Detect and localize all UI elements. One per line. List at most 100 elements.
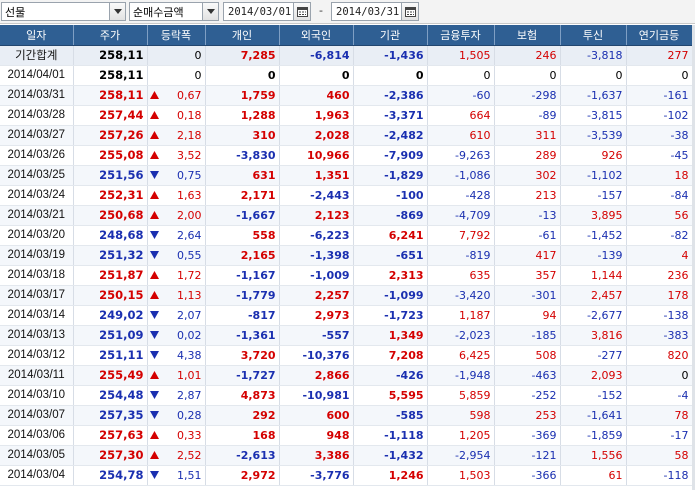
header-foreign[interactable]: 외국인 [279, 25, 354, 46]
cell-trust: 3,816 [560, 325, 627, 346]
header-price[interactable]: 주가 [73, 25, 148, 46]
cell-trust: 61 [560, 465, 627, 486]
triangle-down-icon [149, 250, 161, 260]
table-row[interactable]: 2014/03/06 257,63 0,33 168 948 -1,118 1,205 -36… [0, 425, 693, 446]
cell-foreign: -3,776 [279, 465, 354, 486]
cell-insurance: -366 [494, 465, 561, 486]
summary-row[interactable]: 기간합계 258,11 0 7,285 -6,814 -1,436 1,505 … [0, 45, 693, 66]
calendar-icon[interactable] [293, 3, 310, 20]
cell-foreign: 2,973 [279, 305, 354, 326]
header-fin-invest[interactable]: 금융투자 [427, 25, 495, 46]
start-date-field[interactable]: 2014/03/01 [223, 2, 311, 21]
investor-trading-table: 일자 주가 등락폭 개인 외국인 기관 금융투자 보험 투신 연기금등 기간합계… [0, 25, 693, 486]
cell-fin-invest: -1,086 [427, 165, 495, 186]
cell-trust: 0 [560, 65, 627, 86]
market-select[interactable]: 선물 [1, 2, 126, 21]
table-row[interactable]: 2014/03/18 251,87 1,72 -1,167 -1,009 2,313 635… [0, 265, 693, 286]
cell-foreign: 460 [279, 85, 354, 106]
cell-fin-invest: 610 [427, 125, 495, 146]
header-pension[interactable]: 연기금등 [626, 25, 693, 46]
cell-institution: 6,241 [353, 225, 428, 246]
summary-trust: -3,818 [560, 45, 627, 66]
cell-insurance: 0 [494, 65, 561, 86]
cell-institution: -7,909 [353, 145, 428, 166]
cell-trust: -152 [560, 385, 627, 406]
cell-trust: -1,102 [560, 165, 627, 186]
table-row[interactable]: 2014/03/21 250,68 2,00 -1,667 2,123 -869 -4,70… [0, 205, 693, 226]
cell-trust: -139 [560, 245, 627, 266]
cell-change: 2,64 [147, 225, 206, 246]
cell-insurance: -298 [494, 85, 561, 106]
table-row[interactable]: 2014/03/12 251,11 4,38 3,720 -10,376 7,208 6,4… [0, 345, 693, 366]
chevron-down-icon[interactable] [109, 3, 125, 20]
cell-individual: 292 [205, 405, 280, 426]
cell-foreign: -6,223 [279, 225, 354, 246]
cell-individual: -2,613 [205, 445, 280, 466]
table-row[interactable]: 2014/03/28 257,44 0,18 1,288 1,963 -3,371 664-… [0, 105, 693, 126]
table-row[interactable]: 2014/03/26 255,08 3,52 -3,830 10,966 -7,909 -9… [0, 145, 693, 166]
cell-fin-invest: -2,023 [427, 325, 495, 346]
cell-individual: 2,165 [205, 245, 280, 266]
table-row[interactable]: 2014/03/04 254,78 1,51 2,972 -3,776 1,246 1,50… [0, 465, 693, 486]
table-row[interactable]: 2014/03/20 248,68 2,64 558 -6,223 6,241 7,792-… [0, 225, 693, 246]
cell-change: 0,67 [147, 85, 206, 106]
table-row[interactable]: 2014/03/19 251,32 0,55 2,165 -1,398 -651 -819 4… [0, 245, 693, 266]
table-row[interactable]: 2014/03/17 250,15 1,13 -1,779 2,257 -1,099 -3,… [0, 285, 693, 306]
table-row[interactable]: 2014/03/13 251,09 0,02 -1,361 -557 1,349 -2,02… [0, 325, 693, 346]
cell-price: 252,31 [73, 185, 148, 206]
cell-foreign: -2,443 [279, 185, 354, 206]
cell-foreign: 948 [279, 425, 354, 446]
cell-foreign: -10,376 [279, 345, 354, 366]
cell-institution: -426 [353, 365, 428, 386]
cell-fin-invest: -428 [427, 185, 495, 206]
table-row[interactable]: 2014/03/05 257,30 2,52 -2,613 3,386 -1,432 -2,… [0, 445, 693, 466]
cell-date: 2014/03/25 [0, 165, 74, 186]
table-row[interactable]: 2014/03/31 258,11 0,67 1,759 460 -2,386 -60 -29… [0, 85, 693, 106]
cell-insurance: -121 [494, 445, 561, 466]
triangle-down-icon [149, 410, 161, 420]
table-row[interactable]: 2014/03/10 254,48 2,87 4,873 -10,981 5,595 5,8… [0, 385, 693, 406]
cell-insurance: 311 [494, 125, 561, 146]
type-select-value: 순매수금액 [133, 5, 184, 19]
table-row[interactable]: 2014/03/25 251,56 0,75 631 1,351 -1,829 -1,086… [0, 165, 693, 186]
cell-date: 2014/03/19 [0, 245, 74, 266]
table-row[interactable]: 2014/03/07 257,35 0,28 292 600 -585 598 253 -1,6… [0, 405, 693, 426]
cell-individual: 3,720 [205, 345, 280, 366]
calendar-icon[interactable] [401, 3, 418, 20]
header-individual[interactable]: 개인 [205, 25, 280, 46]
header-trust[interactable]: 투신 [560, 25, 627, 46]
cell-pension: 178 [626, 285, 693, 306]
table-row[interactable]: 2014/04/01 258,11 0 0 0 0 0 0 0 0 [0, 65, 693, 86]
cell-foreign: 600 [279, 405, 354, 426]
header-institution[interactable]: 기관 [353, 25, 428, 46]
end-date-field[interactable]: 2014/03/31 [331, 2, 419, 21]
table-row[interactable]: 2014/03/14 249,02 2,07 -817 2,973 -1,723 1,187… [0, 305, 693, 326]
header-insurance[interactable]: 보험 [494, 25, 561, 46]
header-date[interactable]: 일자 [0, 25, 74, 46]
change-value: 0,02 [177, 328, 202, 342]
cell-fin-invest: -2,954 [427, 445, 495, 466]
cell-individual: 1,759 [205, 85, 280, 106]
cell-trust: -1,637 [560, 85, 627, 106]
cell-price: 257,44 [73, 105, 148, 126]
cell-institution: 1,246 [353, 465, 428, 486]
cell-change: 3,52 [147, 145, 206, 166]
cell-individual: 1,288 [205, 105, 280, 126]
cell-date: 2014/04/01 [0, 65, 74, 86]
type-select[interactable]: 순매수금액 [129, 2, 219, 21]
cell-date: 2014/03/14 [0, 305, 74, 326]
header-change[interactable]: 등락폭 [147, 25, 206, 46]
cell-foreign: -557 [279, 325, 354, 346]
table-row[interactable]: 2014/03/27 257,26 2,18 310 2,028 -2,482 610 311… [0, 125, 693, 146]
start-date-value: 2014/03/01 [228, 5, 292, 18]
table-row[interactable]: 2014/03/11 255,49 1,01 -1,727 2,866 -426 -1,94… [0, 365, 693, 386]
chevron-down-icon[interactable] [202, 3, 218, 20]
triangle-up-icon [149, 430, 161, 440]
cell-institution: -1,829 [353, 165, 428, 186]
cell-pension: 58 [626, 445, 693, 466]
summary-foreign: -6,814 [279, 45, 354, 66]
cell-insurance: 94 [494, 305, 561, 326]
table-row[interactable]: 2014/03/24 252,31 1,63 2,171 -2,443 -100 -428 2… [0, 185, 693, 206]
change-value: 2,07 [177, 308, 202, 322]
cell-institution: 2,313 [353, 265, 428, 286]
